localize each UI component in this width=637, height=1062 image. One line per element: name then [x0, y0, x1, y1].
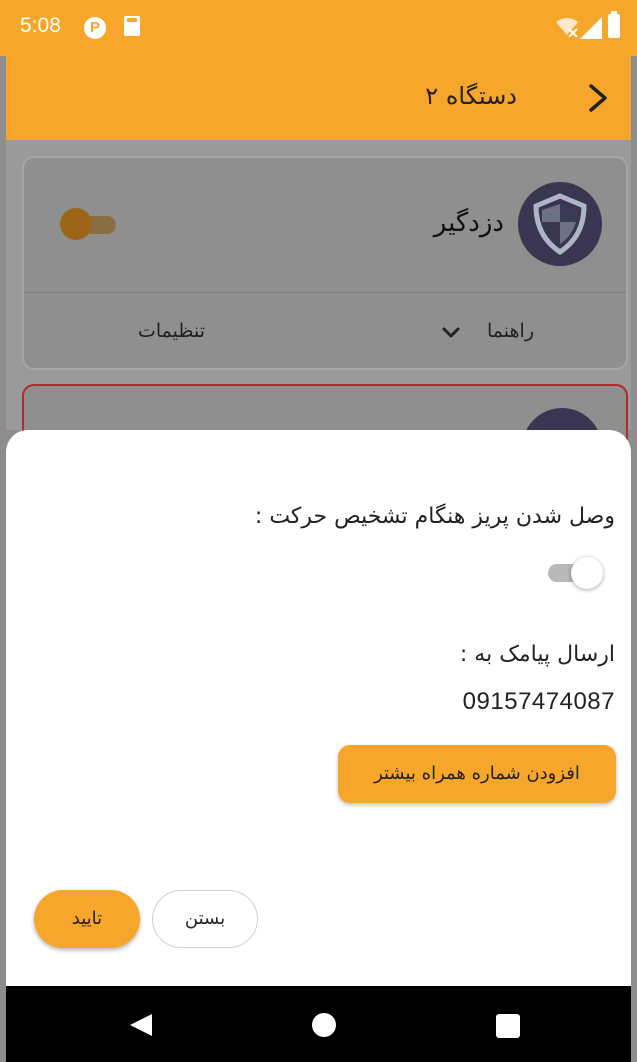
card-divider — [24, 292, 626, 293]
chevron-right-icon[interactable] — [583, 80, 613, 116]
p-icon: P — [84, 17, 106, 39]
status-bar: 5:08 P — [0, 0, 637, 56]
close-button[interactable]: بستن — [152, 890, 258, 948]
help-link[interactable]: راهنما — [487, 320, 534, 342]
system-nav-bar — [6, 986, 631, 1062]
alarm-toggle[interactable] — [60, 208, 92, 240]
phone-number: 09157474087 — [462, 688, 615, 715]
sms-label: ارسال پیامک به : — [459, 642, 615, 667]
chevron-down-icon[interactable] — [442, 326, 460, 340]
settings-link[interactable]: تنظیمات — [138, 320, 205, 342]
wifi-icon — [556, 18, 578, 37]
motion-settings-dialog: وصل شدن پریز هنگام تشخیص حرکت : ارسال پی… — [6, 430, 631, 986]
confirm-button[interactable]: تایید — [34, 890, 140, 948]
device-card-alarm[interactable]: دزدگیر راهنما تنظیمات — [22, 156, 628, 370]
status-time: 5:08 — [20, 14, 61, 37]
screen: 5:08 P دستگاه ۲ دزدگیر راهنما تنظیمات وص… — [0, 0, 637, 1062]
shield-icon — [533, 193, 587, 256]
device-list: دزدگیر راهنما تنظیمات — [6, 140, 631, 488]
add-phone-button[interactable]: افزودن شماره همراه بیشتر — [338, 745, 616, 803]
page-title: دستگاه ۲ — [425, 82, 517, 110]
back-icon[interactable] — [128, 1012, 154, 1038]
signal-icon — [580, 17, 602, 39]
motion-switch[interactable] — [571, 557, 603, 589]
recents-icon[interactable] — [496, 1014, 520, 1038]
device-card-title: دزدگیر — [433, 208, 504, 238]
app-bar: دستگاه ۲ — [6, 56, 631, 140]
device-avatar — [518, 182, 602, 266]
motion-question: وصل شدن پریز هنگام تشخیص حرکت : — [254, 504, 615, 529]
battery-icon — [608, 11, 620, 38]
home-icon[interactable] — [312, 1013, 336, 1037]
sd-card-icon — [124, 16, 140, 36]
